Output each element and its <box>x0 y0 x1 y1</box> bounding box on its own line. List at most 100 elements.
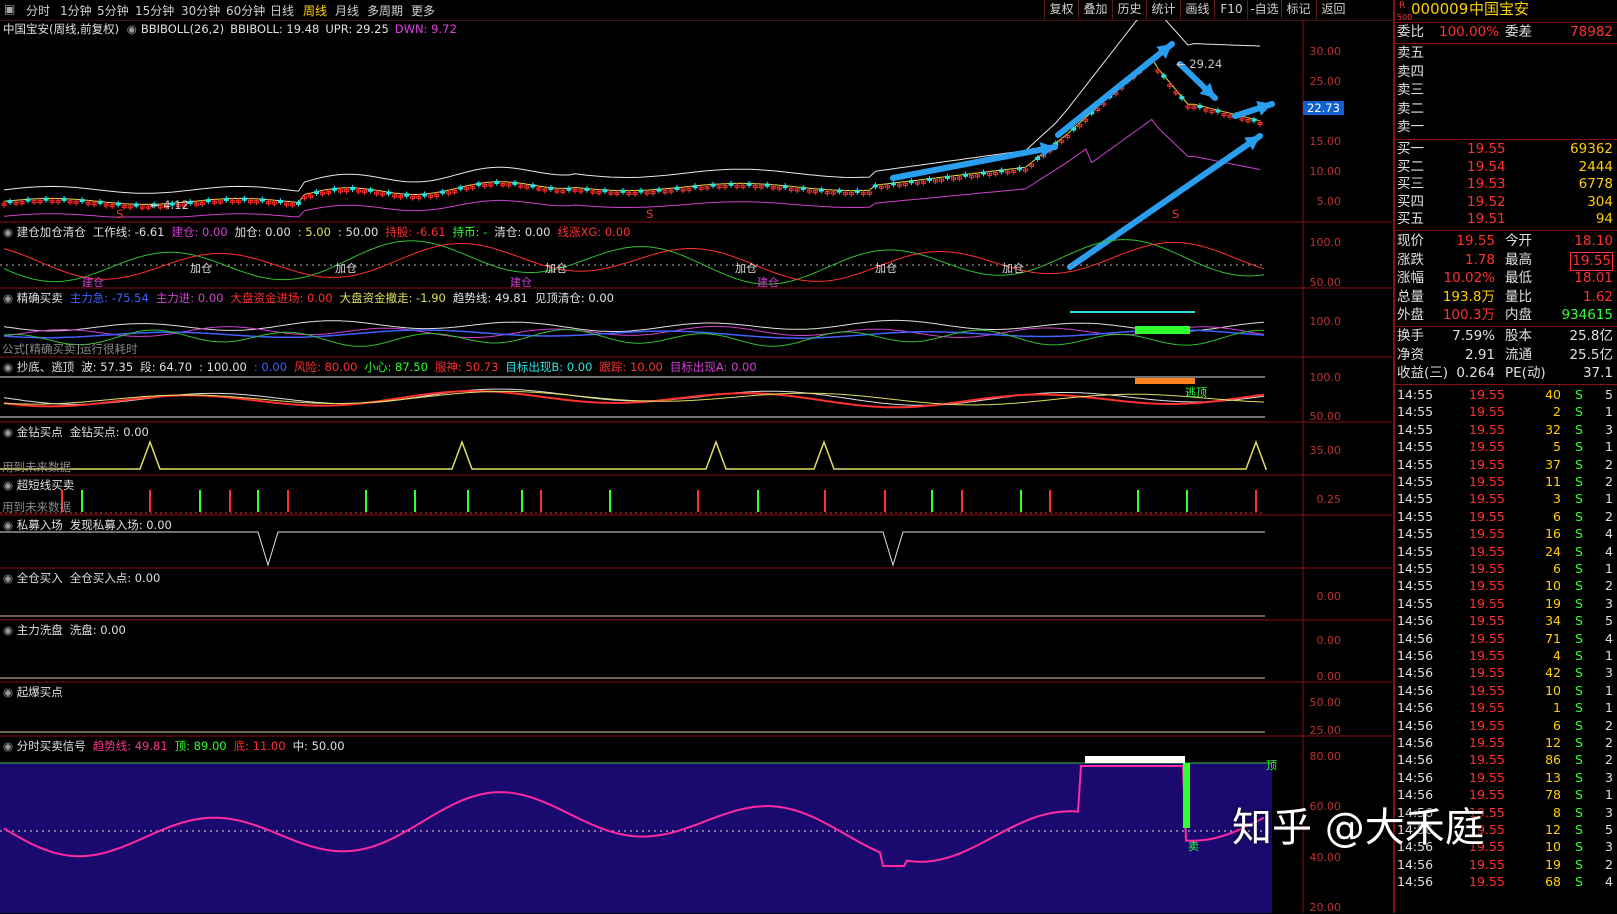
period-tab[interactable]: 多周期 <box>367 2 403 19</box>
chart-area[interactable]: S S S ← 29.24 ← 4.12 中国宝安(周线,前复权) ◉ BBIBOLL(26… <box>0 20 1392 914</box>
bbiboll-line <box>3 57 1261 205</box>
candle-body <box>981 171 987 175</box>
ask-row: 卖二 <box>1397 100 1424 117</box>
indicator-settings-icon[interactable]: ◉ <box>3 425 17 439</box>
candle-body <box>890 182 896 186</box>
indicator-value: 跟踪: 10.00 <box>599 360 663 374</box>
indicator-value: 线涨XG: 0.00 <box>557 225 631 239</box>
dropdown-icon[interactable]: ◉ <box>123 22 137 36</box>
indicator-value: 发现私募入场: 0.00 <box>69 518 172 532</box>
candle-body <box>386 191 392 195</box>
annotation-arrow <box>1067 133 1263 270</box>
indicator-value: 持股: -6.61 <box>385 225 446 239</box>
indicator-value: 底: 11.00 <box>233 739 286 753</box>
indicator-title: ◉ 超短线买卖 <box>3 478 75 492</box>
toolbar-button[interactable]: 标记 <box>1281 0 1315 19</box>
upr-line <box>3 20 1261 194</box>
toolbar-button[interactable]: 叠加 <box>1078 0 1112 19</box>
layout-icon[interactable]: ▣ <box>4 2 15 16</box>
indicator-axis-label: 0.25 <box>1316 493 1342 507</box>
indicator-settings-icon[interactable]: ◉ <box>3 739 17 753</box>
indicator-settings-icon[interactable]: ◉ <box>3 291 17 305</box>
toolbar-button[interactable]: 返回 <box>1316 0 1350 19</box>
toolbar-button[interactable]: F10 <box>1214 0 1248 19</box>
period-tab[interactable]: 15分钟 <box>135 2 174 19</box>
toolbar-button[interactable]: 统计 <box>1146 0 1180 19</box>
indicator-settings-icon[interactable]: ◉ <box>3 225 17 239</box>
candle-body <box>313 190 319 195</box>
indicator-settings-icon[interactable]: ◉ <box>3 571 17 585</box>
ask-row: 卖一 <box>1397 119 1424 135</box>
candle-body <box>368 188 374 192</box>
signal-mark: 建仓 <box>510 276 532 289</box>
indicator-value: 建仓: 0.00 <box>171 225 228 239</box>
period-tab[interactable]: 周线 <box>303 2 327 19</box>
period-tab[interactable]: 更多 <box>411 2 435 19</box>
indicator-value: 趋势线: 49.81 <box>92 739 168 753</box>
period-tab[interactable]: 1分钟 <box>60 2 92 19</box>
trade-tick-row: 14:55 19.55 6 S 2 <box>1397 508 1613 524</box>
ask-row: 卖四 <box>1397 63 1424 80</box>
candle-body <box>854 189 860 193</box>
candle-body <box>566 187 572 191</box>
current-price-tag: 22.73 <box>1303 101 1344 115</box>
trade-tick-row: 14:56 19.55 1 S 1 <box>1397 700 1613 716</box>
bid-row: 买三 19.53 6778 <box>1397 176 1613 192</box>
indicator-note: 用到未来数据 <box>2 500 71 514</box>
candle-body <box>963 173 969 177</box>
indicator-value: 段: 64.70 <box>140 360 193 374</box>
sell-s-mark: S <box>116 207 124 221</box>
indicator-title: ◉ 主力洗盘 洗盘: 0.00 <box>3 623 126 637</box>
sell-s-mark: S <box>1172 207 1180 221</box>
bid-row: 买四 19.52 304 <box>1397 193 1613 210</box>
trade-tick-row: 14:56 19.55 10 S 1 <box>1397 682 1613 698</box>
stat-row: 涨幅 10.02% 最低 18.01 <box>1397 270 1613 286</box>
indicator-axis-label: 0.00 <box>1316 670 1342 683</box>
trade-tick-row: 14:55 19.55 24 S 4 <box>1397 543 1613 559</box>
period-tab[interactable]: 日线 <box>270 2 294 19</box>
indicator-title: ◉ 建仓加仓清仓 工作线: -6.61 建仓: 0.00 加仓: 0.00: 5.00… <box>3 225 631 239</box>
sell-signal-bar <box>1183 763 1190 828</box>
trade-tick-row: 14:55 19.55 6 S 1 <box>1397 561 1613 576</box>
candle-body <box>61 197 67 201</box>
indicator-value: : 50.00 <box>337 225 379 239</box>
indicator-note: 用到未来数据 <box>2 460 71 474</box>
indicator-title: ◉ 起爆买点 <box>3 685 63 699</box>
trade-tick-row: 14:56 19.55 19 S 2 <box>1397 856 1613 872</box>
candle-body <box>97 200 103 204</box>
candle-body <box>7 200 13 204</box>
indicator-axis-label: 50.00 <box>1309 410 1342 423</box>
annotation-arrow <box>1055 41 1175 138</box>
toolbar-button[interactable]: 历史 <box>1112 0 1146 19</box>
candle-body <box>638 189 644 193</box>
indicator-settings-icon[interactable]: ◉ <box>3 685 17 699</box>
period-tab[interactable]: 60分钟 <box>226 2 265 19</box>
bid-row: 买二 19.54 2444 <box>1397 158 1613 175</box>
main-panel-title: 中国宝安(周线,前复权) ◉ BBIBOLL(26,2) BBIBOLL: 19.4… <box>3 22 457 36</box>
indicator-settings-icon[interactable]: ◉ <box>3 360 17 374</box>
candle-body <box>241 197 247 201</box>
period-tab[interactable]: 5分钟 <box>97 2 129 19</box>
price-axis-label: 30.00 <box>1309 45 1342 58</box>
toolbar-button[interactable]: 画线 <box>1180 0 1214 19</box>
period-tab[interactable]: 月线 <box>335 2 359 19</box>
indicator-value: 风险: 80.00 <box>294 360 358 374</box>
indicator-settings-icon[interactable]: ◉ <box>3 478 17 492</box>
trade-tick-row: 14:56 19.55 4 S 1 <box>1397 648 1613 663</box>
indicator-axis-label: 100.0 <box>1309 236 1342 249</box>
indicator-settings-icon[interactable]: ◉ <box>3 623 17 637</box>
candle-body <box>908 180 914 184</box>
toolbar-button[interactable]: 复权 <box>1044 0 1078 19</box>
signal-mark: 加仓 <box>875 262 897 275</box>
candle-body <box>872 184 878 188</box>
period-tab[interactable]: 30分钟 <box>181 2 220 19</box>
candle-body <box>674 186 680 190</box>
toolbar-button[interactable]: -自选 <box>1247 0 1281 19</box>
candle-body <box>476 182 482 186</box>
watermark: 知乎 @大禾庭 <box>1232 805 1485 851</box>
period-tab[interactable]: 分时 <box>26 2 50 19</box>
sell-label: 卖 <box>1188 840 1199 853</box>
indicator-settings-icon[interactable]: ◉ <box>3 518 17 532</box>
indicator-note: 公式[精确买卖]运行很耗时 <box>2 342 138 356</box>
price-axis-label: 5.00 <box>1316 195 1342 208</box>
